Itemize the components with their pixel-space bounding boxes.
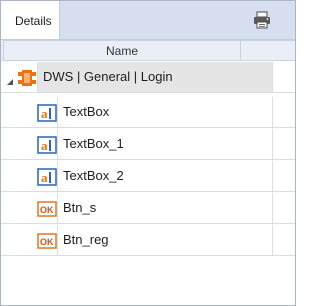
button-ok-icon: OK [37, 231, 57, 251]
tab-details-label: Details [15, 14, 52, 28]
svg-text:OK: OK [40, 237, 54, 247]
column-header-filler [241, 40, 295, 61]
svg-text:a: a [41, 106, 48, 121]
tree-item-label: TextBox_1 [63, 136, 124, 151]
grid-header: Name [1, 40, 295, 62]
details-panel: Details Name DWS | General | Login a Tex… [0, 0, 296, 306]
textbox-icon: a [37, 167, 57, 187]
button-ok-icon: OK [37, 199, 57, 219]
tree-root-row[interactable]: DWS | General | Login [1, 62, 295, 93]
printer-icon[interactable] [252, 10, 272, 30]
tree-item-textbox-2[interactable]: a TextBox_2 [1, 161, 295, 192]
textbox-icon: a [37, 103, 57, 123]
tree-item-textbox-1[interactable]: a TextBox_1 [1, 129, 295, 160]
column-header-name[interactable]: Name [3, 40, 241, 61]
tree-item-btn-reg[interactable]: OK Btn_reg [1, 225, 295, 256]
svg-text:OK: OK [40, 205, 54, 215]
svg-text:a: a [41, 170, 48, 185]
textbox-icon: a [37, 135, 57, 155]
tree-item-btn-s[interactable]: OK Btn_s [1, 193, 295, 224]
tree-item-label: Btn_reg [63, 232, 109, 247]
svg-text:a: a [41, 138, 48, 153]
tree-item-textbox[interactable]: a TextBox [1, 97, 295, 128]
tree-item-label: TextBox_2 [63, 168, 124, 183]
component-icon [17, 68, 37, 88]
tab-details[interactable]: Details [1, 1, 60, 39]
tree-root-label: DWS | General | Login [43, 69, 173, 84]
tree-item-label: TextBox [63, 104, 110, 119]
tab-bar: Details [1, 1, 295, 40]
tree-item-label: Btn_s [63, 200, 97, 215]
